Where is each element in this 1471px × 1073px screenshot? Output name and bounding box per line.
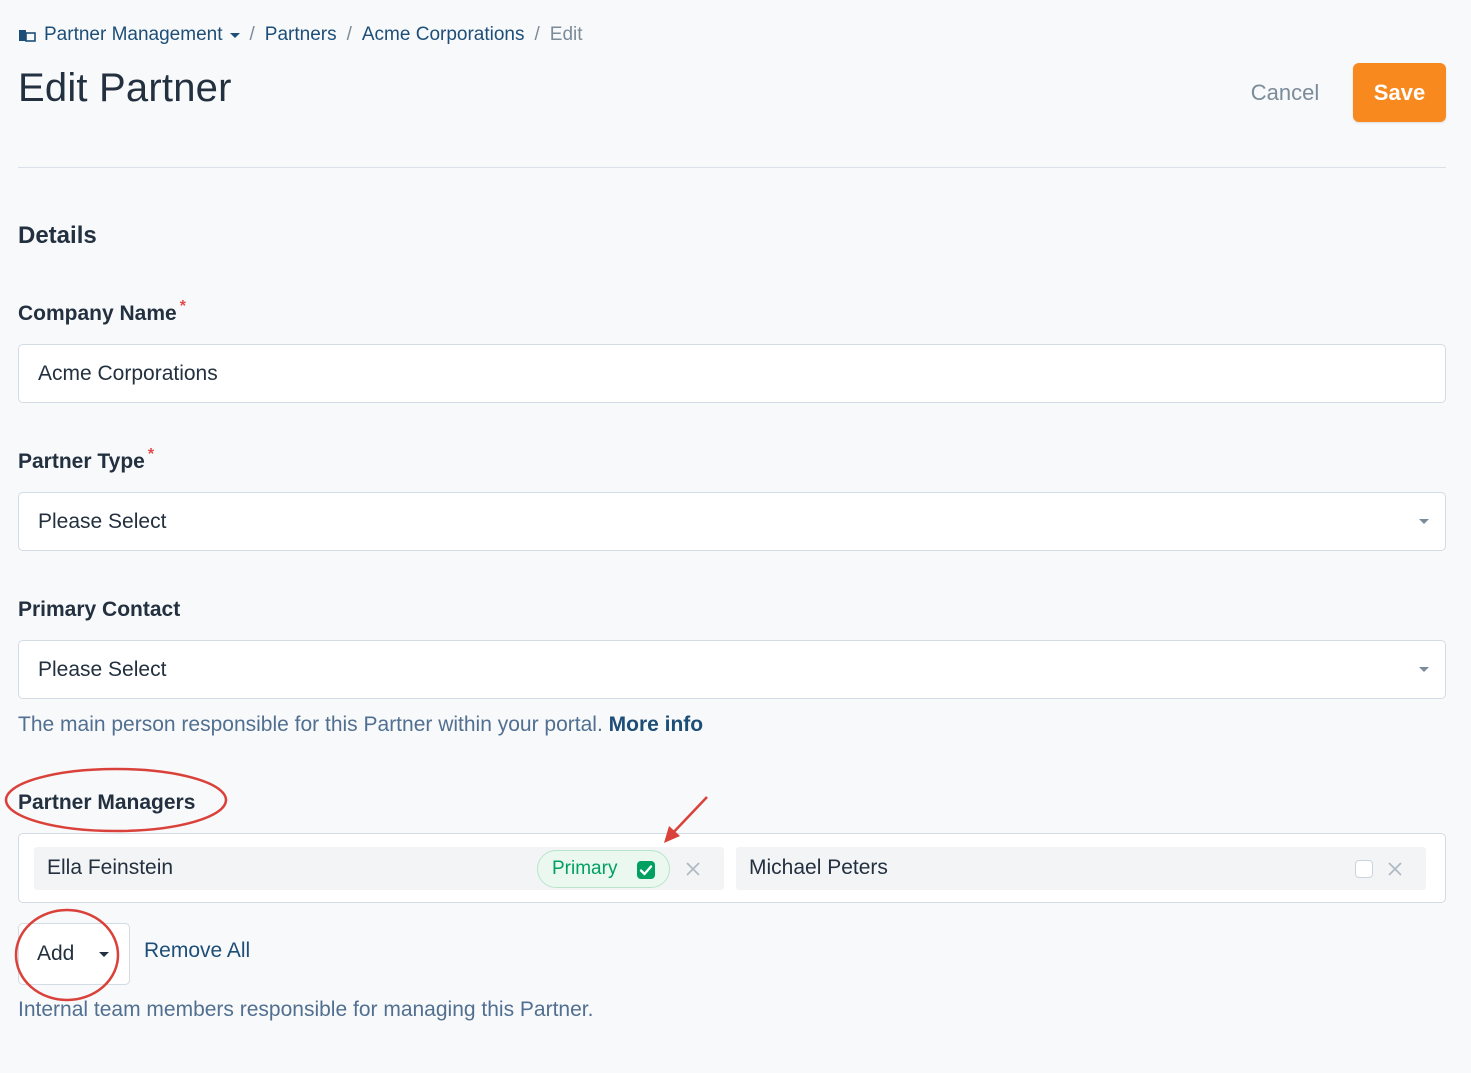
close-icon[interactable] — [1387, 861, 1403, 877]
close-icon[interactable] — [685, 861, 701, 877]
primary-contact-help: The main person responsible for this Par… — [18, 713, 703, 737]
primary-contact-label: Primary Contact — [18, 598, 181, 621]
add-manager-button[interactable]: Add — [18, 923, 130, 985]
breadcrumb-partner-management[interactable]: Partner Management — [44, 24, 223, 46]
more-info-link[interactable]: More info — [609, 713, 704, 736]
primary-contact-help-text: The main person responsible for this Par… — [18, 713, 603, 736]
company-name-label: Company Name * — [18, 298, 186, 326]
partner-type-label-text: Partner Type — [18, 450, 145, 473]
add-label: Add — [37, 942, 75, 965]
chevron-down-icon[interactable] — [229, 32, 240, 38]
building-icon — [19, 30, 36, 42]
partner-managers-help: Internal team members responsible for ma… — [18, 998, 594, 1021]
primary-contact-value: Please Select — [38, 657, 167, 681]
primary-contact-select[interactable]: Please Select — [18, 640, 1446, 699]
breadcrumb: Partner Management / Partners / Acme Cor… — [18, 22, 583, 48]
primary-badge-label: Primary — [552, 858, 618, 879]
manager-chip: Ella Feinstein Primary — [34, 847, 724, 890]
partner-type-select[interactable]: Please Select — [18, 492, 1446, 551]
manager-name: Michael Peters — [749, 856, 888, 879]
partner-managers-label: Partner Managers — [18, 791, 196, 814]
cancel-button[interactable]: Cancel — [1230, 74, 1340, 112]
checkbox-checked-icon[interactable] — [637, 861, 655, 879]
required-marker: * — [147, 446, 155, 463]
breadcrumb-acme-corporations[interactable]: Acme Corporations — [362, 24, 525, 46]
chevron-down-icon — [1419, 519, 1429, 524]
save-button[interactable]: Save — [1353, 63, 1446, 122]
company-name-input[interactable] — [38, 361, 1445, 386]
company-name-label-text: Company Name — [18, 302, 177, 325]
checkbox-empty-icon[interactable] — [1355, 860, 1373, 878]
breadcrumb-separator: / — [534, 24, 540, 45]
breadcrumb-separator: / — [249, 24, 255, 45]
partner-type-value: Please Select — [38, 509, 167, 533]
breadcrumb-current: Edit — [549, 24, 583, 45]
manager-name: Ella Feinstein — [47, 856, 174, 879]
header-divider — [18, 167, 1446, 168]
remove-all-link[interactable]: Remove All — [144, 939, 250, 963]
annotation-arrow — [669, 796, 708, 837]
breadcrumb-partners[interactable]: Partners — [265, 24, 337, 46]
chevron-down-icon — [1419, 667, 1429, 672]
manager-chip: Michael Peters — [736, 847, 1426, 890]
primary-badge[interactable]: Primary — [537, 850, 670, 888]
partner-managers-field[interactable]: Ella Feinstein Primary Michael Peters — [18, 833, 1446, 903]
chevron-down-icon — [99, 952, 109, 957]
section-title-details: Details — [18, 222, 97, 249]
company-name-field[interactable] — [18, 344, 1446, 403]
breadcrumb-separator: / — [346, 24, 352, 45]
required-marker: * — [179, 298, 186, 315]
page-title: Edit Partner — [18, 66, 232, 110]
partner-type-label: Partner Type * — [18, 446, 154, 474]
